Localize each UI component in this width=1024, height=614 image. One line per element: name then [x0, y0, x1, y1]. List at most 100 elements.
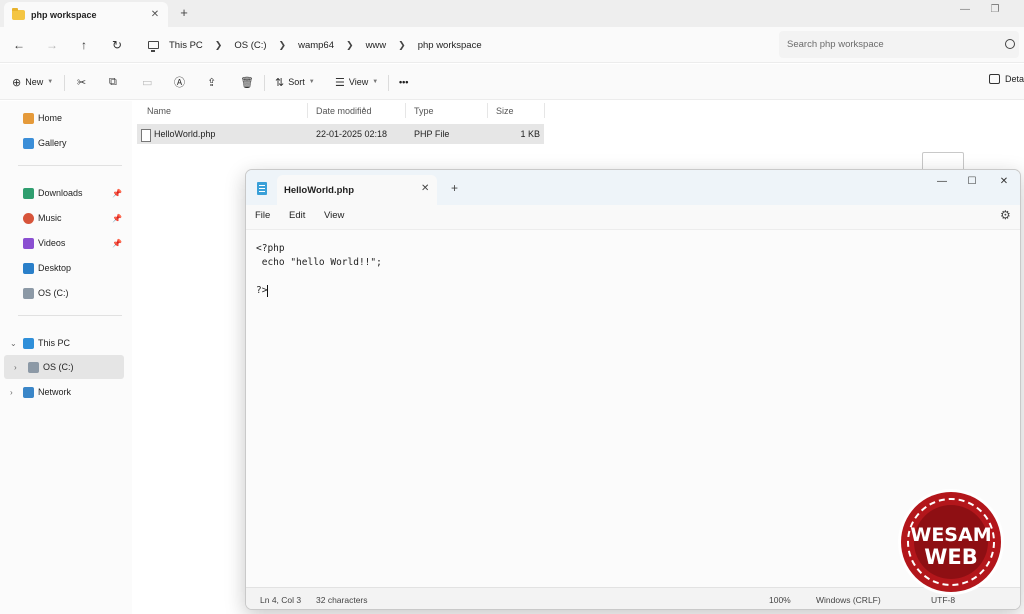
- chevron-right-icon[interactable]: ❯: [279, 40, 287, 51]
- nav-osc-label: OS (C:): [38, 288, 69, 298]
- share-button[interactable]: ⇪: [207, 74, 220, 90]
- scissors-icon: ✂: [77, 76, 87, 89]
- chevron-right-icon[interactable]: ›: [10, 388, 13, 397]
- nav-item-os-c[interactable]: OS (C:): [0, 281, 126, 305]
- paste-button[interactable]: ▭: [142, 74, 156, 90]
- back-arrow-icon[interactable]: ←: [10, 36, 28, 54]
- notepad-title-bar[interactable]: HelloWorld.php ✕ + — ☐ ✕: [246, 170, 1020, 205]
- close-icon[interactable]: ✕: [148, 8, 162, 22]
- gear-icon[interactable]: ⚙: [1000, 208, 1011, 222]
- details-label: Deta: [1004, 74, 1024, 84]
- nav-item-gallery[interactable]: Gallery: [0, 131, 126, 155]
- view-label: View: [348, 77, 369, 87]
- nav-divider: [18, 315, 122, 316]
- file-size: 1 KB: [520, 129, 540, 139]
- breadcrumb-php-workspace[interactable]: php workspace: [418, 40, 482, 51]
- search-placeholder: Search php workspace: [787, 39, 884, 50]
- clipboard-icon: ▭: [142, 76, 153, 89]
- notepad-tab-title: HelloWorld.php: [284, 185, 355, 196]
- chevron-down-icon: ▼: [372, 79, 379, 85]
- nav-item-videos[interactable]: Videos 📌: [0, 231, 126, 255]
- nav-item-this-pc[interactable]: ⌄ This PC: [0, 331, 126, 355]
- nav-item-desktop[interactable]: Desktop: [0, 256, 126, 280]
- notepad-tab[interactable]: HelloWorld.php ✕: [277, 175, 437, 205]
- cut-button[interactable]: ✂: [77, 74, 90, 90]
- notepad-menu-bar: File Edit View ⚙: [246, 205, 1020, 229]
- zoom-level[interactable]: 100%: [769, 595, 791, 605]
- drive-icon: [28, 361, 39, 373]
- video-icon: [23, 237, 34, 249]
- menu-view[interactable]: View: [324, 210, 344, 221]
- explorer-tab[interactable]: php workspace ✕: [4, 2, 168, 27]
- explorer-tab-bar: php workspace ✕ + — ❐: [0, 0, 1024, 27]
- minimize-icon[interactable]: —: [935, 176, 949, 187]
- nav-item-music[interactable]: Music 📌: [0, 206, 126, 230]
- nav-item-network[interactable]: › Network: [0, 380, 126, 404]
- breadcrumb[interactable]: This PC ❯ OS (C:) ❯ wamp64 ❯ www ❯ php w…: [142, 33, 768, 57]
- column-divider[interactable]: [405, 103, 406, 118]
- code-line-2: echo "hello World!!";: [256, 257, 382, 268]
- column-divider[interactable]: [544, 103, 545, 118]
- maximize-icon[interactable]: ☐: [965, 176, 979, 187]
- code-content[interactable]: <?php echo "hello World!!"; ?>: [256, 242, 382, 298]
- chevron-right-icon[interactable]: ❯: [215, 40, 223, 51]
- column-divider[interactable]: [307, 103, 308, 118]
- new-tab-button[interactable]: +: [451, 181, 458, 195]
- delete-button[interactable]: 🗑: [240, 74, 258, 90]
- column-type[interactable]: Type: [414, 106, 434, 116]
- close-window-icon[interactable]: ✕: [997, 176, 1011, 187]
- minimize-icon[interactable]: —: [957, 4, 973, 15]
- more-options-button[interactable]: •••: [399, 74, 408, 90]
- rename-button[interactable]: Ⓐ: [174, 74, 189, 90]
- drive-icon: [23, 287, 34, 299]
- chevron-down-icon[interactable]: ⌄: [10, 339, 17, 348]
- nav-divider: [18, 165, 122, 166]
- menu-edit[interactable]: Edit: [289, 210, 305, 221]
- column-size[interactable]: Size: [496, 106, 514, 116]
- sort-button[interactable]: ⇅ Sort ▼: [275, 74, 315, 90]
- new-button[interactable]: ⊕ New ▼: [12, 74, 53, 90]
- breadcrumb-os-c[interactable]: OS (C:): [234, 40, 266, 51]
- line-ending[interactable]: Windows (CRLF): [816, 595, 881, 605]
- breadcrumb-wamp64[interactable]: wamp64: [298, 40, 334, 51]
- chevron-right-icon[interactable]: ❯: [398, 40, 406, 51]
- home-icon: [23, 112, 34, 124]
- view-button[interactable]: ☰ View ▼: [335, 74, 378, 90]
- copy-button[interactable]: ⧉: [109, 74, 121, 90]
- column-divider[interactable]: [487, 103, 488, 118]
- column-date-modified[interactable]: Date modified: [316, 106, 372, 116]
- address-bar: ← → ↑ ↻ This PC ❯ OS (C:) ❯ wamp64 ❯ www…: [0, 27, 1024, 63]
- pin-icon[interactable]: 📌: [112, 189, 122, 198]
- pin-icon[interactable]: 📌: [112, 239, 122, 248]
- plus-circle-icon: ⊕: [12, 76, 22, 89]
- column-name[interactable]: Name: [147, 106, 171, 116]
- cursor-position: Ln 4, Col 3: [260, 595, 302, 605]
- chevron-right-icon[interactable]: ›: [14, 363, 17, 372]
- nav-item-os-c-tree[interactable]: › OS (C:): [4, 355, 124, 379]
- menu-file[interactable]: File: [255, 210, 270, 221]
- breadcrumb-this-pc[interactable]: This PC: [169, 40, 203, 51]
- chevron-down-icon: ▼: [47, 79, 54, 85]
- up-arrow-icon[interactable]: ↑: [75, 36, 93, 54]
- character-count: 32 characters: [316, 595, 368, 605]
- refresh-icon[interactable]: ↻: [108, 36, 126, 54]
- forward-arrow-icon[interactable]: →: [43, 36, 61, 54]
- restore-icon[interactable]: ❐: [987, 4, 1003, 15]
- nav-item-downloads[interactable]: Downloads 📌: [0, 181, 126, 205]
- wesam-web-logo: WESAM WEB: [898, 489, 1004, 595]
- chevron-right-icon[interactable]: ❯: [346, 40, 354, 51]
- breadcrumb-www[interactable]: www: [366, 40, 387, 51]
- close-icon[interactable]: ✕: [421, 183, 429, 194]
- sort-icon: ⇅: [275, 76, 285, 89]
- details-pane-button[interactable]: Deta: [988, 74, 1024, 84]
- file-row[interactable]: HelloWorld.php 22-01-2025 02:18 PHP File…: [137, 124, 544, 144]
- search-input[interactable]: Search php workspace: [779, 31, 1019, 58]
- nav-item-home[interactable]: Home: [0, 106, 126, 130]
- nav-downloads-label: Downloads: [38, 188, 83, 198]
- toolbar-divider: [388, 75, 389, 91]
- new-tab-button[interactable]: +: [176, 5, 192, 20]
- pin-icon[interactable]: 📌: [112, 214, 122, 223]
- new-label: New: [25, 77, 44, 87]
- rename-icon: Ⓐ: [174, 77, 185, 89]
